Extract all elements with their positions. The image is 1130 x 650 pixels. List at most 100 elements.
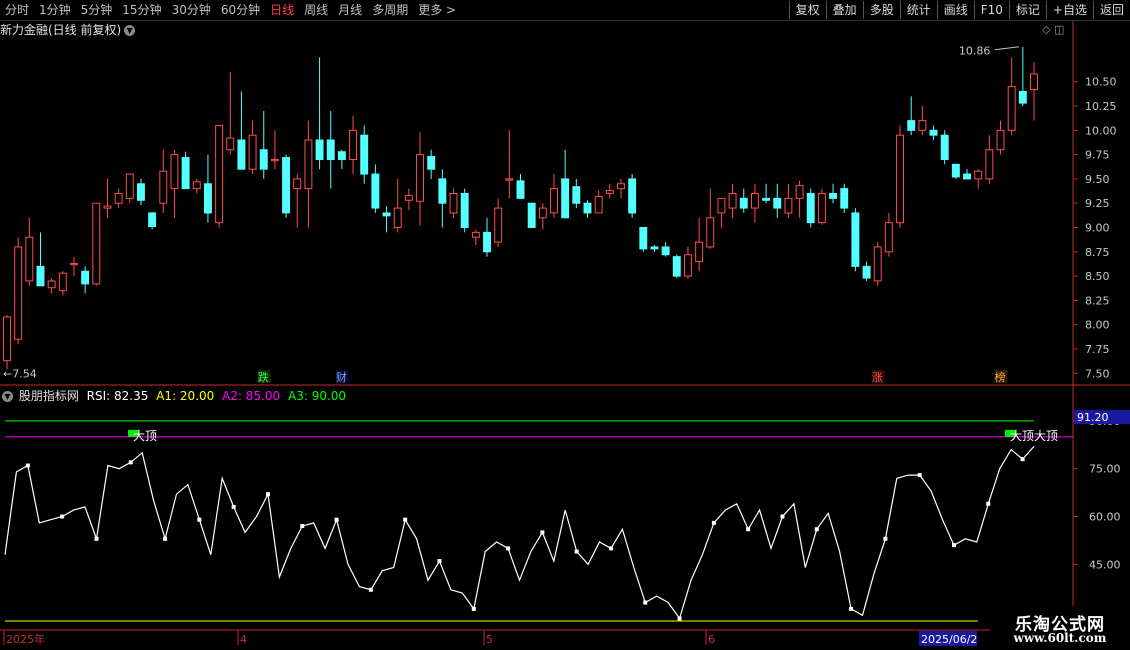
rsi-point — [60, 514, 65, 519]
candle-body — [438, 178, 447, 204]
candle-body — [3, 316, 11, 362]
candle-body — [471, 231, 480, 238]
candle-body — [47, 280, 56, 289]
indicator-name: 股朋指标网 — [18, 389, 79, 403]
candle-body — [25, 236, 34, 282]
candle-body — [683, 254, 692, 277]
candle-body — [695, 241, 704, 263]
price-tick-label: 9.75 — [1085, 149, 1110, 162]
candle-body — [70, 262, 78, 266]
candle-body — [873, 246, 882, 282]
candle-body — [773, 197, 782, 209]
rsi-point — [986, 501, 991, 506]
indicator-tick-label: 45.00 — [1089, 558, 1121, 571]
candle-body — [617, 183, 625, 190]
candle-body — [81, 270, 90, 285]
candle-body — [170, 154, 179, 190]
candle-body — [215, 124, 224, 224]
chevron-down-icon[interactable]: ▼ — [2, 391, 13, 402]
candle-body — [817, 192, 826, 224]
candle-body — [58, 272, 67, 292]
rsi-point — [437, 559, 442, 564]
candle-body — [404, 194, 413, 201]
indicator-header: ▼ 股朋指标网 RSI: 82.35 A1: 20.00 A2: 85.00 A… — [2, 387, 350, 403]
event-tag: 涨 — [872, 371, 883, 384]
rsi-point — [608, 546, 613, 551]
candle-body — [326, 139, 335, 160]
rsi-point — [334, 517, 339, 522]
candle-body — [672, 256, 681, 277]
rsi-point — [403, 517, 408, 522]
candle-body — [148, 212, 157, 228]
candle-body — [907, 120, 916, 131]
candle-body — [661, 246, 670, 256]
price-tick-label: 10.25 — [1085, 100, 1117, 113]
rsi-point — [643, 600, 648, 605]
candle-body — [427, 156, 436, 170]
watermark-url: www.60lt.com — [1013, 631, 1107, 645]
price-tick-label: 9.50 — [1085, 173, 1110, 186]
candle-body — [851, 212, 860, 267]
candle-body — [561, 178, 570, 219]
price-tick-label: 7.50 — [1085, 367, 1110, 380]
candle-body — [259, 149, 268, 170]
candle-body — [226, 137, 235, 151]
candle-body — [996, 129, 1005, 151]
candle-body — [315, 139, 324, 160]
price-tick-label: 10.50 — [1085, 76, 1117, 89]
rsi-point — [540, 530, 545, 535]
candle-body — [717, 197, 726, 214]
candle-body — [416, 154, 424, 202]
candle-body — [494, 207, 503, 243]
candle-body — [14, 246, 23, 340]
rsi-point — [677, 616, 682, 621]
candle-body — [572, 186, 581, 204]
rsi-point — [300, 524, 305, 529]
watermark: 乐淘公式网 www.60lt.com — [990, 606, 1130, 650]
high-marker-arrow — [994, 46, 1019, 51]
candle-body — [605, 190, 614, 194]
candle-body — [829, 192, 838, 199]
candle-body — [393, 207, 402, 229]
date-label: 2025年 — [6, 632, 45, 646]
candle-body — [795, 185, 804, 199]
rsi-point — [951, 543, 956, 548]
candle-body — [36, 265, 45, 287]
candle-body — [963, 173, 971, 180]
price-tick-label: 8.50 — [1085, 270, 1110, 283]
price-tick-label: 9.25 — [1085, 197, 1110, 210]
event-tag: 财 — [336, 370, 347, 384]
rsi-point — [574, 549, 579, 554]
rsi-readout: RSI: 82.35 — [86, 389, 149, 403]
rsi-point — [1020, 457, 1025, 462]
candle-body — [125, 173, 134, 199]
rsi-line — [4, 446, 1035, 620]
candle-body — [282, 157, 291, 214]
rsi-point — [265, 492, 270, 497]
candle-body — [103, 205, 112, 209]
candle-body — [594, 195, 603, 214]
candle-body — [92, 202, 101, 285]
candle-body — [360, 134, 369, 175]
candle-body — [929, 129, 938, 136]
event-tag: 榜 — [995, 370, 1006, 384]
candle-body — [114, 192, 123, 204]
rsi-point — [128, 460, 133, 465]
candle-body — [382, 212, 391, 217]
rsi-point — [506, 546, 511, 551]
candle-body — [371, 173, 380, 209]
candle-body — [237, 139, 246, 170]
price-tick-label: 8.00 — [1085, 319, 1110, 332]
candle-body — [750, 192, 759, 209]
rsi-point — [746, 527, 751, 532]
a2-readout: A2: 85.00 — [222, 389, 281, 403]
signal-label: 大顶 — [1010, 429, 1034, 443]
chart-canvas[interactable]: 10.50 10.25 10.00 9.75 9.50 9.25 9.00 8.75 8.50 8… — [0, 0, 1130, 650]
signal-label: 大顶 — [1034, 429, 1058, 443]
candle-body — [884, 222, 893, 253]
candle-body — [985, 149, 994, 180]
signal-label: 大顶 — [133, 429, 157, 443]
candle-body — [270, 158, 279, 162]
rsi-point — [917, 473, 922, 478]
candle-body — [806, 192, 815, 224]
